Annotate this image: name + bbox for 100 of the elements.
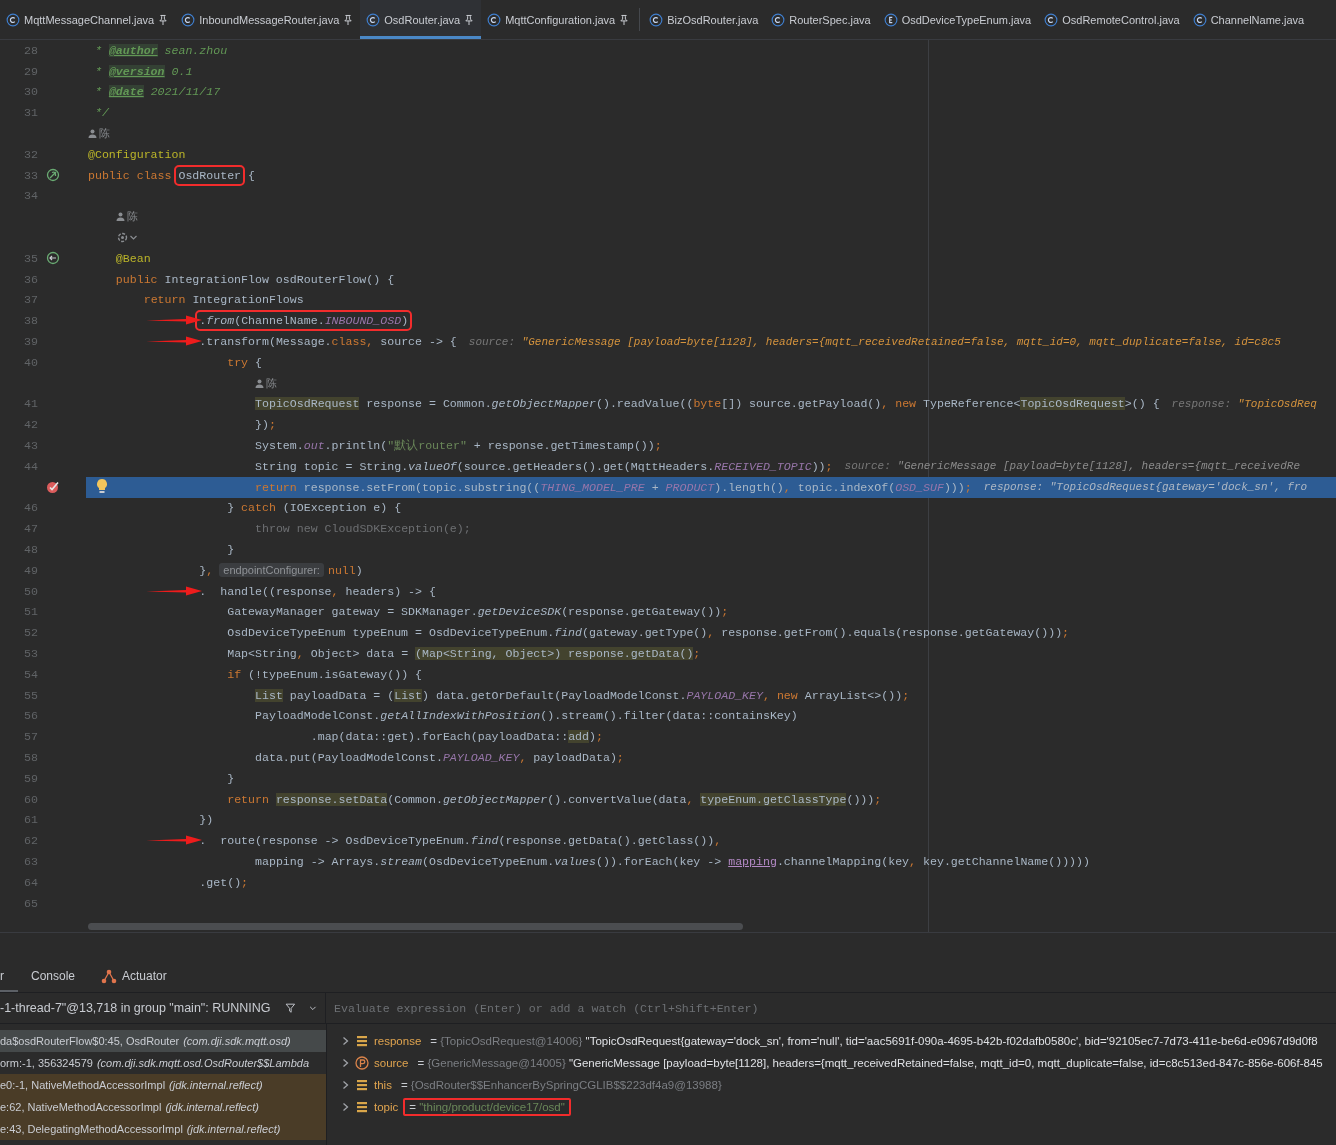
line-number: 32 bbox=[23, 147, 38, 161]
filter-icon[interactable] bbox=[284, 1001, 296, 1015]
stack-frame[interactable]: e0:-1, NativeMethodAccessorImpl (jdk.internal.reflect) bbox=[0, 1074, 326, 1096]
line-number: 63 bbox=[23, 854, 38, 868]
line-number: 42 bbox=[23, 418, 38, 432]
code-line: .get(); bbox=[199, 875, 249, 889]
lightbulb-icon[interactable] bbox=[96, 477, 108, 494]
pin-icon[interactable] bbox=[343, 13, 354, 26]
code-line: mapping -> Arrays.stream(OsdDeviceTypeEnum.values()).forEach(key -> mapping.channelMapping(key, key.getChannelName())))) bbox=[255, 854, 1090, 868]
stack-frame[interactable]: da$osdRouterFlow$0:45, OsdRouter (com.dji.sdk.mqtt.osd) bbox=[0, 1030, 326, 1052]
line-number: 55 bbox=[23, 688, 38, 702]
panel-tab[interactable]: r bbox=[0, 962, 18, 992]
line-number: 37 bbox=[23, 293, 38, 307]
line-number: 30 bbox=[23, 85, 38, 99]
scrollbar[interactable] bbox=[88, 923, 743, 930]
inline-value-hint: source: "GenericMessage [payload=byte[1128], headers={mqtt_receivedRetained=false, mqtt_id=0, mqtt_duplicate=false, id=c8c5 bbox=[468, 335, 1281, 348]
variable-value: = {OsdRouter$$EnhancerBySpringCGLIB$$223df4a9@13988} bbox=[399, 1078, 723, 1093]
panel-tab[interactable]: Console bbox=[18, 962, 89, 992]
chevron-right-icon[interactable] bbox=[341, 1080, 350, 1090]
editor-tab[interactable]: RouterSpec.java bbox=[765, 0, 878, 39]
editor-tab[interactable]: BizOsdRouter.java bbox=[643, 0, 766, 39]
class-icon bbox=[649, 12, 664, 27]
pin-icon[interactable] bbox=[464, 13, 475, 26]
line-number: 34 bbox=[23, 189, 38, 203]
code-line: }); bbox=[255, 418, 276, 432]
pin-icon[interactable] bbox=[619, 13, 630, 26]
editor-tab[interactable]: ChannelName.java bbox=[1186, 0, 1312, 39]
line-number: 33 bbox=[23, 168, 38, 182]
line-number: 57 bbox=[23, 730, 38, 744]
line-number: 36 bbox=[23, 272, 38, 286]
variable-name: source bbox=[374, 1057, 409, 1069]
breakpoint-icon[interactable] bbox=[46, 480, 60, 495]
line-number: 28 bbox=[23, 43, 38, 57]
inline-value-hint: response: "TopicOsdRequest{gateway='dock_sn', fro bbox=[983, 481, 1308, 494]
code-line: }, bbox=[199, 563, 214, 577]
stack-frame[interactable]: e:43, DelegatingMethodAccessorImpl (jdk.internal.reflect) bbox=[0, 1118, 326, 1140]
line-number: 52 bbox=[23, 626, 38, 640]
editor-tab[interactable]: MqttConfiguration.java bbox=[481, 0, 637, 39]
code-line: */ bbox=[94, 106, 109, 120]
line-number: 53 bbox=[23, 647, 38, 660]
code-line: TopicOsdRequest response = Common.getObjectMapper().readValue((byte[]) source.getPayload(), new TypeReference<TopicOsdRequest>() { bbox=[255, 397, 1160, 411]
navigate-icon[interactable] bbox=[46, 251, 60, 266]
person-icon bbox=[255, 378, 265, 388]
line-number: 35 bbox=[23, 251, 38, 265]
editor-tab[interactable]: MqttMessageChannel.java bbox=[0, 0, 176, 39]
code-line: { bbox=[247, 168, 255, 182]
editor-tab[interactable]: InboundMessageRouter.java bbox=[175, 0, 361, 39]
editor-tab[interactable]: OsdRemoteControl.java bbox=[1038, 0, 1187, 39]
line-number: 56 bbox=[23, 709, 38, 723]
code-line: try { bbox=[227, 355, 262, 369]
line-number: 64 bbox=[23, 875, 38, 889]
chevron-down-icon[interactable] bbox=[128, 233, 138, 243]
inline-value-hint: response: "TopicOsdReq bbox=[1171, 397, 1317, 410]
line-number: 47 bbox=[23, 522, 38, 536]
code-line: * @date 2021/11/17 bbox=[94, 85, 221, 99]
editor-tab[interactable]: OsdRouter.java bbox=[360, 0, 482, 39]
author-hint[interactable]: 陈 bbox=[88, 126, 110, 142]
list-icon bbox=[355, 1078, 369, 1092]
inline-value-hint: source: "GenericMessage [payload=byte[1128], headers={mqtt_receivedRe bbox=[844, 460, 1300, 473]
stack-frame[interactable]: e:62, NativeMethodAccessorImpl (jdk.internal.reflect) bbox=[0, 1096, 326, 1118]
person-icon bbox=[115, 212, 125, 222]
code-line: return response.setFrom(topic.substring((THING_MODEL_PRE + PRODUCT).length(), topic.indexOf(OSD_SUF))); bbox=[255, 480, 972, 494]
enum-icon bbox=[883, 12, 898, 27]
line-number: 49 bbox=[23, 563, 38, 577]
line-number: 59 bbox=[23, 771, 38, 785]
code-line: . handle((response, headers) -> { bbox=[199, 584, 436, 598]
code-line: OsdDeviceTypeEnum typeEnum = OsdDeviceTypeEnum.find(gateway.getType(), response.getFrom().equals(response.getGateway())); bbox=[227, 626, 1070, 640]
pin-icon[interactable] bbox=[158, 13, 169, 26]
parameter-icon bbox=[355, 1056, 369, 1070]
line-number: 58 bbox=[23, 751, 38, 764]
author-hint[interactable]: 陈 bbox=[255, 375, 278, 391]
class-icon bbox=[6, 12, 20, 27]
code-line: System.out.println("默认router" + response.getTimestamp()); bbox=[255, 438, 662, 454]
code-line: * @version 0.1 bbox=[94, 64, 193, 78]
line-number: 50 bbox=[23, 584, 38, 598]
code-line: } bbox=[227, 543, 235, 556]
class-icon bbox=[771, 12, 786, 27]
line-number: 61 bbox=[23, 813, 38, 827]
code-line: . route(response -> OsdDeviceTypeEnum.find(response.getData().getClass()), bbox=[199, 834, 722, 848]
nodes-icon bbox=[101, 968, 118, 984]
annotation-box: = "thing/product/device17/osd" bbox=[403, 1098, 571, 1116]
chevron-right-icon[interactable] bbox=[341, 1058, 350, 1068]
chevron-right-icon[interactable] bbox=[341, 1102, 350, 1112]
thread-status[interactable]: -1-thread-7"@13,718 in group "main": RUNNING bbox=[0, 1001, 271, 1015]
class-icon bbox=[1044, 12, 1059, 27]
author-hint[interactable]: 陈 bbox=[115, 209, 138, 225]
code-line: @Configuration bbox=[88, 147, 186, 161]
variable-value: = {TopicOsdRequest@14006} "TopicOsdRequest{gateway='dock_sn', from='null', tid='aac5691f-090a-4695-b42b-f02dafb0580c', bid='92105ec7-7d73-411e-be6d-e0967d9d0f8 bbox=[429, 1034, 1319, 1049]
line-number: 38 bbox=[23, 314, 38, 328]
chevron-down-icon[interactable] bbox=[309, 1003, 317, 1013]
line-number: 54 bbox=[23, 667, 38, 681]
stack-frame[interactable]: orm:-1, 356324579 (com.dji.sdk.mqtt.osd.OsdRouter$$Lambda bbox=[0, 1052, 326, 1074]
chevron-right-icon[interactable] bbox=[341, 1036, 350, 1046]
code-line: * @author sean.zhou bbox=[94, 43, 228, 57]
code-line: data.put(PayloadModelConst.PAYLOAD_KEY, payloadData); bbox=[255, 751, 624, 764]
line-number: 31 bbox=[23, 106, 38, 120]
list-icon bbox=[355, 1100, 369, 1114]
panel-tab[interactable]: Actuator bbox=[88, 962, 180, 992]
editor-tab[interactable]: OsdDeviceTypeEnum.java bbox=[877, 0, 1039, 39]
code-line: Map<String, Object> data = (Map<String, Object>) response.getData(); bbox=[227, 647, 701, 660]
